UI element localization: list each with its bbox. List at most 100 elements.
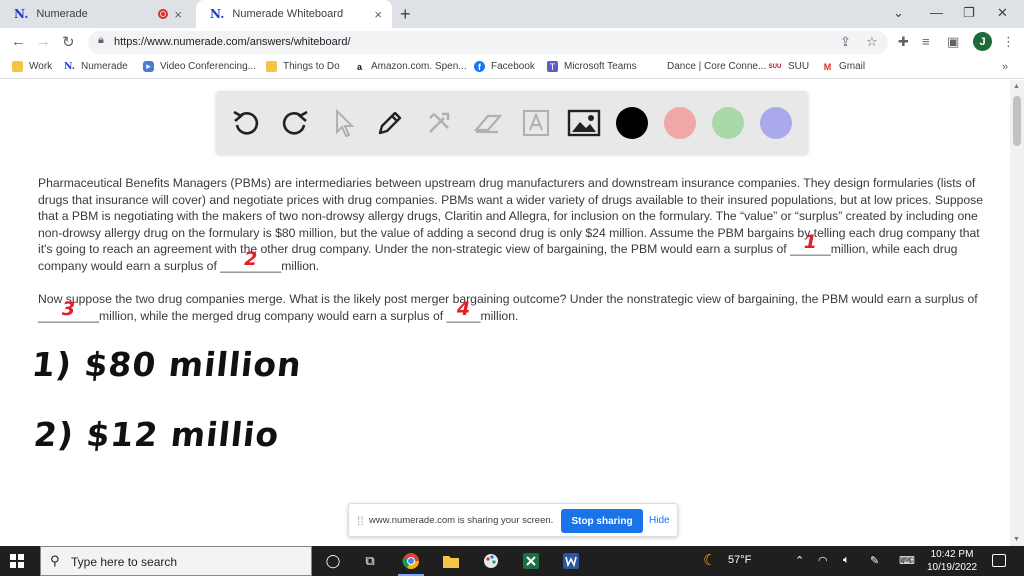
- undo-icon[interactable]: [228, 105, 264, 141]
- bookmark-facebook[interactable]: f Facebook: [474, 61, 535, 72]
- redo-icon[interactable]: [277, 105, 313, 141]
- vertical-scrollbar[interactable]: ▲ ▼: [1010, 80, 1024, 546]
- handwritten-mark-3: 3: [61, 297, 76, 320]
- tab-close-button[interactable]: ×: [374, 7, 382, 22]
- color-swatch-red[interactable]: [664, 107, 696, 139]
- bookmarks-overflow-button[interactable]: »: [1002, 61, 1008, 73]
- windows-taskbar: ⚲ Type here to search ◯ ⧉ ☾ 57°F ⌃ ◠ 🔈︎ …: [0, 546, 1024, 576]
- bookmark-dance[interactable]: Dance | Core Conne...: [650, 61, 766, 72]
- reload-icon[interactable]: ↻: [62, 33, 75, 51]
- cortana-icon[interactable]: ◯: [324, 552, 342, 570]
- color-swatch-green[interactable]: [712, 107, 744, 139]
- weather-moon-icon[interactable]: ☾: [703, 551, 716, 569]
- tab-numerade[interactable]: N. Numerade ×: [0, 0, 192, 28]
- paint-app-icon[interactable]: [482, 552, 500, 570]
- color-swatch-black[interactable]: [616, 107, 648, 139]
- address-bar[interactable]: 🔒︎ https://www.numerade.com/answers/whit…: [88, 31, 888, 54]
- share-icon[interactable]: ⇪: [840, 34, 851, 50]
- bookmark-numerade[interactable]: N. Numerade: [64, 61, 128, 72]
- reading-list-icon[interactable]: ≡: [922, 34, 930, 49]
- pen-workspace-icon[interactable]: ✎: [870, 554, 879, 567]
- search-icon: ⚲: [50, 553, 60, 568]
- bookmark-suu[interactable]: SUU SUU: [768, 61, 809, 72]
- excel-icon[interactable]: [522, 552, 540, 570]
- amazon-icon: a: [356, 61, 362, 72]
- bookmarks-bar: Work N. Numerade ▸ Video Conferencing... T…: [0, 57, 1024, 79]
- blank-4: _____ 4: [446, 297, 481, 323]
- wifi-icon[interactable]: ◠: [818, 554, 828, 567]
- scroll-up-icon[interactable]: ▲: [1013, 83, 1020, 90]
- drag-handle-icon[interactable]: ⁞⁞: [357, 514, 364, 528]
- hide-button[interactable]: Hide: [649, 515, 670, 526]
- lock-icon: 🔒︎: [98, 34, 104, 46]
- handwritten-mark-2: 2: [244, 247, 258, 270]
- suu-icon: SUU: [768, 63, 782, 70]
- bookmark-star-icon[interactable]: ☆: [866, 34, 878, 50]
- chrome-icon[interactable]: [402, 552, 420, 570]
- window-close-button[interactable]: ✕: [997, 5, 1008, 21]
- task-view-icon[interactable]: ⧉: [361, 552, 379, 570]
- numerade-favicon-icon: N.: [14, 7, 29, 21]
- tab-title: Numerade Whiteboard: [232, 8, 344, 20]
- scroll-down-icon[interactable]: ▼: [1013, 536, 1020, 543]
- minimize-button[interactable]: —: [930, 5, 943, 20]
- tools-icon[interactable]: [421, 105, 457, 141]
- share-message: www.numerade.com is sharing your screen.: [369, 515, 554, 526]
- question-paragraph-2: Now suppose the two drug companies merge…: [38, 292, 978, 323]
- tray-chevron-icon[interactable]: ⌃: [795, 554, 804, 567]
- bookmark-microsoft-teams[interactable]: T Microsoft Teams: [547, 61, 637, 72]
- text-tool-icon[interactable]: [518, 105, 554, 141]
- extensions-puzzle-icon[interactable]: ✚: [898, 34, 909, 50]
- taskbar-search-box[interactable]: ⚲ Type here to search: [40, 546, 312, 576]
- bookmark-gmail[interactable]: M Gmail: [822, 61, 865, 72]
- pointer-select-icon[interactable]: [326, 105, 362, 141]
- blank-2: _________ 2: [220, 247, 282, 273]
- back-arrow-icon[interactable]: ←: [11, 33, 26, 50]
- blank-icon: [650, 61, 661, 72]
- stop-sharing-button[interactable]: Stop sharing: [561, 509, 643, 533]
- restore-button[interactable]: ❐: [963, 5, 975, 21]
- volume-icon[interactable]: 🔈︎: [843, 554, 850, 567]
- file-explorer-icon[interactable]: [442, 552, 460, 570]
- clock-date: 10/19/2022: [926, 562, 978, 573]
- numerade-favicon-icon: N.: [210, 7, 225, 21]
- pen-icon[interactable]: [372, 105, 408, 141]
- side-panel-icon[interactable]: ▣: [947, 34, 959, 50]
- tab-strip: N. Numerade × N. Numerade Whiteboard × +…: [0, 0, 1024, 28]
- tab-numerade-whiteboard[interactable]: N. Numerade Whiteboard ×: [196, 0, 392, 28]
- tab-close-button[interactable]: ×: [174, 7, 182, 22]
- tab-search-chevron-icon[interactable]: ⌄: [893, 5, 904, 21]
- blank-1: ______ 1: [790, 231, 831, 257]
- handwritten-answer-1: 1) $80 million: [29, 345, 304, 384]
- clock-time: 10:42 PM: [930, 549, 974, 560]
- new-tab-button[interactable]: +: [400, 4, 411, 25]
- gmail-icon: M: [823, 61, 832, 72]
- windows-start-icon[interactable]: [10, 554, 24, 568]
- menu-kebab-icon[interactable]: ⋮: [1002, 34, 1015, 50]
- bookmark-work[interactable]: Work: [12, 61, 52, 72]
- color-swatch-blue[interactable]: [760, 107, 792, 139]
- word-icon[interactable]: [562, 552, 580, 570]
- eraser-icon[interactable]: [470, 105, 506, 141]
- scroll-thumb[interactable]: [1013, 96, 1021, 146]
- system-clock[interactable]: 10:42 PM 10/19/2022: [922, 548, 982, 574]
- teams-icon: T: [547, 61, 558, 72]
- blank-3: _________ 3: [38, 297, 100, 323]
- folder-icon: [266, 61, 277, 72]
- recording-icon: [158, 9, 168, 19]
- bookmark-video-conferencing[interactable]: ▸ Video Conferencing...: [143, 61, 256, 72]
- notification-center-icon[interactable]: [992, 554, 1006, 567]
- folder-icon: [12, 61, 23, 72]
- profile-avatar[interactable]: J: [973, 32, 992, 51]
- handwritten-mark-4: 4: [456, 297, 471, 320]
- tab-title: Numerade: [36, 8, 88, 20]
- bookmark-amazon[interactable]: a Amazon.com. Spen...: [354, 61, 467, 72]
- whiteboard-toolbar: [216, 91, 808, 154]
- keyboard-icon[interactable]: ⌨: [899, 554, 915, 567]
- handwritten-mark-1: 1: [803, 231, 818, 254]
- forward-arrow-icon[interactable]: →: [36, 33, 51, 50]
- video-icon: ▸: [143, 61, 154, 72]
- weather-temperature[interactable]: 57°F: [728, 554, 751, 566]
- bookmark-things-to-do[interactable]: Things to Do: [266, 61, 340, 72]
- image-icon[interactable]: [566, 105, 602, 141]
